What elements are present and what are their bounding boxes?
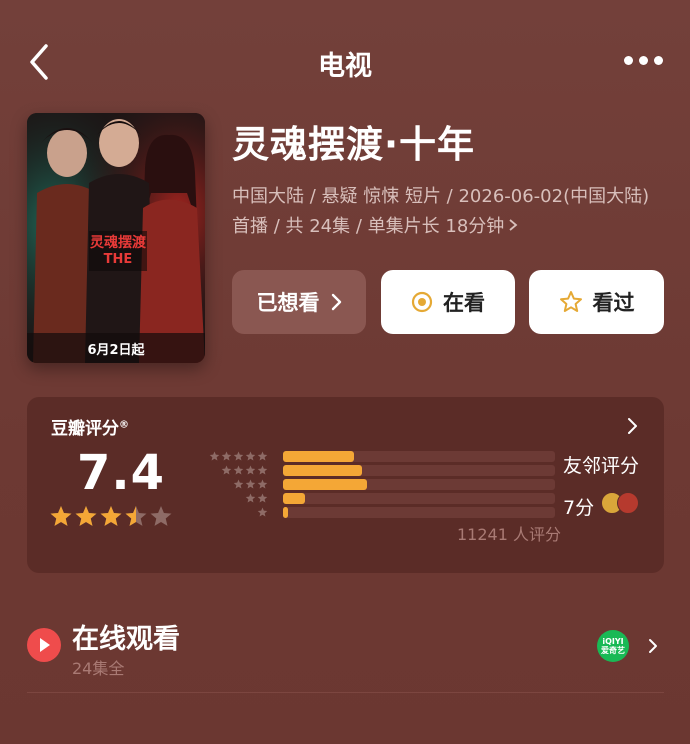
star-fill xyxy=(75,506,97,526)
svg-text:THE: THE xyxy=(104,252,133,267)
show-meta[interactable]: 中国大陆 / 悬疑 惊悚 短片 / 2026-06-02(中国大陆) 首播 / … xyxy=(232,182,652,242)
rating-bar-row xyxy=(197,493,557,505)
watching-label: 在看 xyxy=(443,291,485,315)
rating-stars xyxy=(49,504,174,532)
star-icon xyxy=(245,451,256,461)
star-icon xyxy=(257,507,268,517)
svg-text:灵魂摆渡: 灵魂摆渡 xyxy=(90,234,147,251)
small-stars xyxy=(257,507,268,517)
star-icon xyxy=(209,451,220,461)
movie-detail-page: 电视 灵魂摆渡 THE 6月2日起 灵魂摆渡·十年 中国大陆 / 悬疑 惊悚 短… xyxy=(0,0,690,744)
back-button[interactable] xyxy=(24,42,60,82)
chevron-right-icon xyxy=(330,293,342,311)
star-icon xyxy=(233,479,244,489)
online-watch-row[interactable]: 在线观看 24集全 iQIYI 爱奇艺 xyxy=(27,612,664,682)
small-stars xyxy=(221,465,268,475)
rating-bar-fill xyxy=(283,479,368,490)
poster-image[interactable]: 灵魂摆渡 THE 6月2日起 xyxy=(27,113,205,363)
wanted-button[interactable]: 已想看 xyxy=(232,270,366,334)
avatar xyxy=(617,492,639,514)
star-icon xyxy=(257,493,268,503)
episode-count: 24集全 xyxy=(72,659,125,678)
star-outline-icon xyxy=(559,290,583,314)
rating-bar-row xyxy=(197,465,557,477)
rating-bar-track xyxy=(283,493,555,504)
page-title: 电视 xyxy=(318,51,372,82)
small-stars xyxy=(233,479,268,489)
watched-label: 看过 xyxy=(592,291,635,315)
friend-rating-label: 友邻评分 xyxy=(563,455,640,477)
star-icon xyxy=(221,451,232,461)
rating-bar-track xyxy=(283,479,555,490)
watched-button[interactable]: 看过 xyxy=(529,270,664,334)
watching-button[interactable]: 在看 xyxy=(381,270,515,334)
rating-bar-row xyxy=(197,507,557,519)
star-icon xyxy=(257,465,268,475)
star-icon xyxy=(245,465,256,475)
rating-bar-fill xyxy=(283,465,362,476)
more-button[interactable] xyxy=(624,56,664,68)
star-icon xyxy=(221,465,232,475)
small-stars xyxy=(245,493,268,503)
rating-bar-track xyxy=(283,451,555,462)
star-icon xyxy=(233,451,244,461)
top-nav-bar: 电视 xyxy=(0,0,690,120)
star-fill xyxy=(100,506,122,526)
star-icon xyxy=(150,506,172,526)
rating-bar-track xyxy=(283,465,555,476)
rating-bar-row xyxy=(197,479,557,491)
more-dots-icon xyxy=(624,56,633,65)
wanted-label: 已想看 xyxy=(256,291,320,315)
iqiyi-logo-icon: iQIYI 爱奇艺 xyxy=(597,630,629,662)
rating-bar-track xyxy=(283,507,555,518)
rating-bar-fill xyxy=(283,451,354,462)
rating-bar-row xyxy=(197,451,557,463)
star-icon xyxy=(257,479,268,489)
play-icon xyxy=(27,628,61,662)
star-icon xyxy=(245,493,256,503)
chevron-right-icon xyxy=(508,212,518,242)
show-meta-text: 中国大陆 / 悬疑 惊悚 短片 / 2026-06-02(中国大陆) 首播 / … xyxy=(232,186,650,237)
divider xyxy=(27,692,664,693)
rating-bar-fill xyxy=(283,507,289,518)
rating-count: 11241 人评分 xyxy=(457,525,561,544)
rating-card[interactable]: 豆瓣评分® 7.4 友邻评分 7分 11241 人评分 xyxy=(27,397,664,573)
rating-score: 7.4 xyxy=(77,445,166,501)
online-watch-title: 在线观看 xyxy=(72,624,180,655)
rating-label: 豆瓣评分® xyxy=(51,419,129,439)
show-title: 灵魂摆渡·十年 xyxy=(232,123,476,166)
chevron-right-icon xyxy=(648,638,658,654)
small-stars xyxy=(209,451,268,461)
chevron-left-icon xyxy=(30,44,48,80)
friend-rating-score: 7分 xyxy=(563,497,595,519)
rating-bar-fill xyxy=(283,493,305,504)
target-icon xyxy=(411,291,433,313)
star-icon xyxy=(245,479,256,489)
star-icon xyxy=(233,465,244,475)
poster-art: 灵魂摆渡 THE xyxy=(27,113,205,363)
star-icon xyxy=(257,451,268,461)
poster-date: 6月2日起 xyxy=(87,343,145,358)
chevron-right-icon[interactable] xyxy=(626,417,638,435)
star-fill xyxy=(50,506,72,526)
